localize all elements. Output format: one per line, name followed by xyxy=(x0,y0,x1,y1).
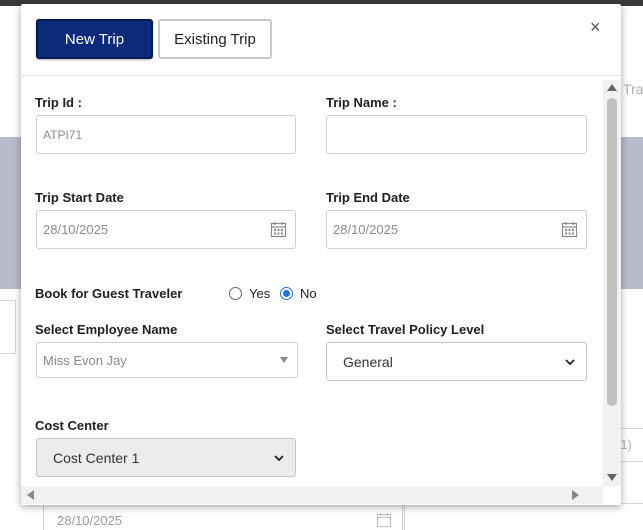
cost-center-select[interactable]: Cost Center 1 xyxy=(36,438,296,477)
guest-traveler-label: Book for Guest Traveler xyxy=(35,286,183,301)
caret-down-icon xyxy=(280,357,288,363)
travel-policy-label: Select Travel Policy Level xyxy=(326,322,485,337)
guest-traveler-yes-radio[interactable] xyxy=(229,287,242,300)
background-cut-text: Tra xyxy=(623,81,643,97)
trip-end-date-label: Trip End Date xyxy=(326,190,410,205)
background-date-value: 28/10/2025 xyxy=(57,513,123,528)
background-field-border xyxy=(404,503,643,530)
guest-traveler-no-radio[interactable] xyxy=(280,287,293,300)
calendar-icon[interactable] xyxy=(376,512,392,528)
guest-traveler-no-label[interactable]: No xyxy=(300,286,317,301)
travel-policy-value: General xyxy=(343,353,393,370)
cost-center-label: Cost Center xyxy=(35,418,109,433)
trip-id-value: ATPI71 xyxy=(43,127,83,142)
trip-name-label: Trip Name : xyxy=(326,95,397,110)
scroll-down-icon[interactable] xyxy=(607,474,617,481)
calendar-icon[interactable] xyxy=(561,221,578,238)
scroll-up-icon[interactable] xyxy=(607,84,617,91)
modal-body: Trip Id : ATPI71 Trip Name : Trip Start … xyxy=(21,77,603,486)
chevron-down-icon xyxy=(274,455,284,462)
horizontal-scrollbar[interactable] xyxy=(21,486,603,504)
scrollbar-thumb[interactable] xyxy=(607,98,617,406)
cost-center-value: Cost Center 1 xyxy=(53,449,140,466)
trip-end-date-input[interactable]: 28/10/2025 xyxy=(326,210,587,249)
vertical-scrollbar[interactable] xyxy=(603,80,621,486)
employee-name-label: Select Employee Name xyxy=(35,322,178,337)
trip-id-input[interactable]: ATPI71 xyxy=(36,115,296,154)
trip-start-date-input[interactable]: 28/10/2025 xyxy=(36,210,296,249)
trip-name-input[interactable] xyxy=(326,115,587,154)
employee-name-select[interactable]: Miss Evon Jay xyxy=(36,342,298,378)
guest-traveler-yes-label[interactable]: Yes xyxy=(249,286,270,301)
trip-id-label: Trip Id : xyxy=(35,95,82,110)
trip-start-date-label: Trip Start Date xyxy=(35,190,124,205)
new-trip-modal: New Trip Existing Trip × Trip Id : ATPI7… xyxy=(21,4,621,505)
new-trip-tab[interactable]: New Trip xyxy=(36,19,153,59)
modal-header: New Trip Existing Trip × xyxy=(21,4,621,76)
close-icon[interactable]: × xyxy=(590,18,601,36)
trip-end-date-value: 28/10/2025 xyxy=(333,222,399,237)
existing-trip-tab[interactable]: Existing Trip xyxy=(158,19,272,59)
chevron-down-icon xyxy=(565,359,575,366)
employee-name-value: Miss Evon Jay xyxy=(43,352,127,368)
background-left-panel xyxy=(0,300,16,354)
calendar-icon[interactable] xyxy=(270,221,287,238)
trip-start-date-value: 28/10/2025 xyxy=(43,222,109,237)
scroll-left-icon[interactable] xyxy=(27,490,34,500)
travel-policy-select[interactable]: General xyxy=(326,342,587,381)
scroll-right-icon[interactable] xyxy=(572,490,579,500)
